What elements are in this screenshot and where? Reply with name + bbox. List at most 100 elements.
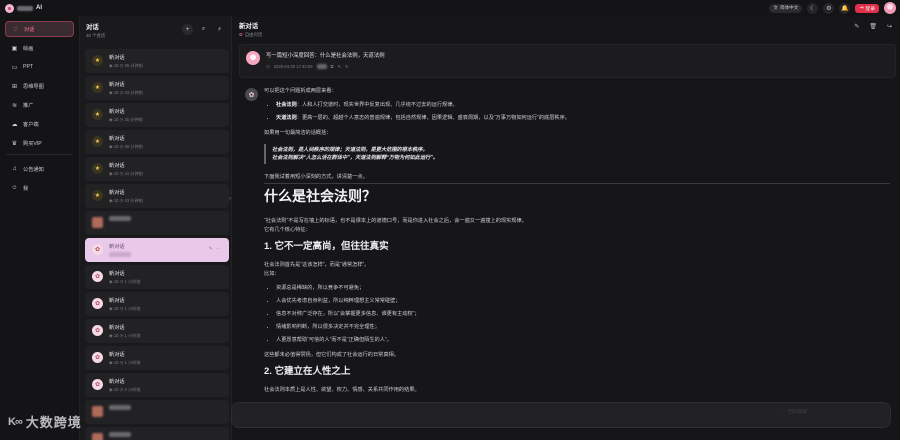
chat-title: 新对话 [239,23,259,30]
top-bar: AI 文 简体中文 ☾ ⚙ 🔔 ⇥ 登录 [0,0,900,16]
app-logo[interactable]: AI [5,3,42,13]
share-icon[interactable]: ↪ [887,23,892,30]
conversation-name [109,432,131,439]
conversation-item[interactable]: ★ 新对话 ◉ 10 ◷ 35 分钟前 [85,103,229,127]
blurred-avatar [92,406,103,417]
conversation-item[interactable] [85,211,229,235]
rename-icon[interactable]: ✎ [209,246,216,252]
conversation-time: 2 小时前 [124,387,141,392]
conversation-item[interactable]: ★ 新对话 ◉ 10 ◷ 33 分钟前 [85,76,229,100]
delete-icon[interactable]: 🗑 [869,23,877,30]
conversation-meta: ◉ 10 ◷ 1 小时前 [109,279,141,285]
sidebar-item-label: PPT [23,64,34,70]
conversation-item[interactable]: ✿ 新对话 ◉ 10 ◷ 1 小时前 [85,319,229,343]
search-icon[interactable]: ⌕ [198,24,209,35]
chat-main: 新对话 ✿ 自由对话 ✎ 🗑 ↪ 写一篇短小深度回答：什么是社会法则，天道法则 … [233,16,900,440]
language-switch[interactable]: 文 简体中文 [769,3,803,13]
refresh-icon[interactable]: ↻ [345,64,349,69]
conversation-item[interactable] [85,400,229,424]
user-message-avatar [246,51,260,65]
flower-avatar-icon: ✿ [92,352,103,363]
conversation-name: 新对话 [109,55,125,61]
clean-icon[interactable]: ⚡ [214,24,225,35]
conversation-item[interactable]: ★ 新对话 ◉ 10 ◷ 43 分钟前 [85,184,229,208]
chat-mode-label: 自由对话 [244,32,263,37]
blurred-meta [109,252,131,257]
conversation-name: 新对话 [109,325,125,331]
conversation-item[interactable]: ★ 新对话 ◉ 10 ◷ 41 分钟前 [85,157,229,181]
sidebar-item-label: 购买VIP [23,140,42,147]
conversation-name: 新对话 [109,163,125,169]
conversation-item[interactable]: ✿ 新对话 ◉ 10 ◷ 1 小时前 [85,346,229,370]
conversation-item[interactable]: ◉ 10 ◷ 2 小时前 [85,427,229,440]
conversation-item[interactable]: ★ 新对话 ◉ 10 ◷ 25 分钟前 [85,49,229,73]
message-timestamp: 2026-04-20 17:42:59 [273,64,313,69]
conversation-meta: ◉ 10 ◷ 33 分钟前 [109,90,143,96]
conversation-name [109,216,131,223]
logo-icon [5,3,14,13]
conversation-meta: ◉ 10 ◷ 41 分钟前 [109,171,143,177]
image-icon: ▣ [11,45,18,52]
conversation-name: 新对话 [109,136,125,142]
blurred-name [109,216,131,221]
list-item: 情绪影响判断，所以很多决定并不完全理性； [276,324,890,331]
conversation-item[interactable]: ✿ 新对话 ◉ 10 ◷ 1 小时前 [85,292,229,316]
star-avatar-icon: ★ [92,109,103,120]
list-item: 信息不对称广泛存在，所以“会掌握更多信息、谁更有主动权”； [276,311,890,318]
list-item: 社会法则：人和人打交道时，现实世界中反复出现、几乎绕不过去的运行规律。 [276,102,890,109]
conversation-name: 新对话 [109,109,125,115]
ppt-icon: ▭ [11,64,18,71]
theme-toggle-icon[interactable]: ☾ [807,2,819,14]
bullet-term: 天道法则 [276,115,297,122]
new-conversation-button[interactable]: + [182,24,193,35]
edit-message-icon[interactable]: ✎ [338,64,342,69]
login-button[interactable]: ⇥ 登录 [855,3,879,13]
conversation-name: 新对话 [109,190,125,196]
answer-bullets: 社会法则：人和人打交道时，现实世界中反复出现、几乎绕不过去的运行规律。 天道法则… [276,102,890,122]
sidebar-item-label: 我 [23,185,29,192]
conversation-item[interactable]: ✿ 新对话 ✎⋯ [85,238,229,262]
sidebar-item-chat[interactable]: ♡ 对话 [5,21,74,37]
paragraph: 社会法则首先是“这该怎样”，而是“通常怎样”。 [264,261,370,268]
conversation-time: 43 分钟前 [124,198,143,203]
chat-subtitle: ✿ 自由对话 [239,32,262,38]
crown-icon: ♛ [11,140,18,147]
top-right-controls: 文 简体中文 ☾ ⚙ 🔔 ⇥ 登录 [769,2,896,14]
list-item: 资源总是稀缺的，所以竞争不可避免； [276,285,890,292]
flower-avatar-icon: ✿ [92,325,103,336]
sidebar-item-ppt[interactable]: ▭ PPT [5,59,74,75]
conversation-item[interactable]: ✿ 新对话 ◉ 10 ◷ 2 小时前 [85,373,229,397]
user-message-meta: ◷ 2026-04-20 17:42:59 ⧉ ✎ ↻ [266,64,349,69]
notification-bell-icon[interactable]: 🔔 [839,2,851,14]
language-icon: 文 [773,5,778,10]
sidebar-item-label: 对话 [24,26,35,33]
conversation-item[interactable]: ✿ 新对话 ◉ 10 ◷ 1 小时前 [85,265,229,289]
settings-icon[interactable]: ⚙ [823,2,835,14]
conversation-name [109,405,131,412]
chat-header: 新对话 ✿ 自由对话 [239,21,262,38]
sidebar-item-mindmap[interactable]: ⊞ 思维导图 [5,78,74,94]
sidebar-divider [6,154,73,155]
conversation-time: 1 小时前 [124,306,141,311]
edit-icon[interactable]: ✎ [854,23,859,30]
conversation-meta: ◉ 10 ◷ 36 分钟前 [109,144,143,150]
summary-intro: 如果用一句最简洁的话概括： [264,130,332,137]
assistant-avatar: ✿ [245,88,258,101]
star-avatar-icon: ★ [92,163,103,174]
user-avatar[interactable] [884,2,896,14]
sidebar-item-drawing[interactable]: ▣ 绘画 [5,40,74,56]
sidebar-item-promote[interactable]: ≋ 推广 [5,97,74,113]
more-icon[interactable]: ⋯ [216,246,224,252]
blurred-meta [316,64,327,69]
sidebar-item-client[interactable]: ☁ 客户端 [5,116,74,132]
conversation-header: 对话 30 个会话 [86,22,105,39]
chat-header-tools: ✎ 🗑 ↪ [854,23,892,30]
copy-icon[interactable]: ⧉ [331,64,334,69]
flower-avatar-icon: ✿ [92,298,103,309]
star-avatar-icon: ★ [92,55,103,66]
sidebar-item-vip[interactable]: ♛ 购买VIP [5,135,74,151]
conversation-item[interactable]: ★ 新对话 ◉ 10 ◷ 36 分钟前 [85,130,229,154]
sidebar-item-me[interactable]: ☺ 我 [5,180,74,196]
chat-input-bar[interactable] [231,402,891,428]
sidebar-item-announcements[interactable]: ♫ 公告通知 [5,161,74,177]
